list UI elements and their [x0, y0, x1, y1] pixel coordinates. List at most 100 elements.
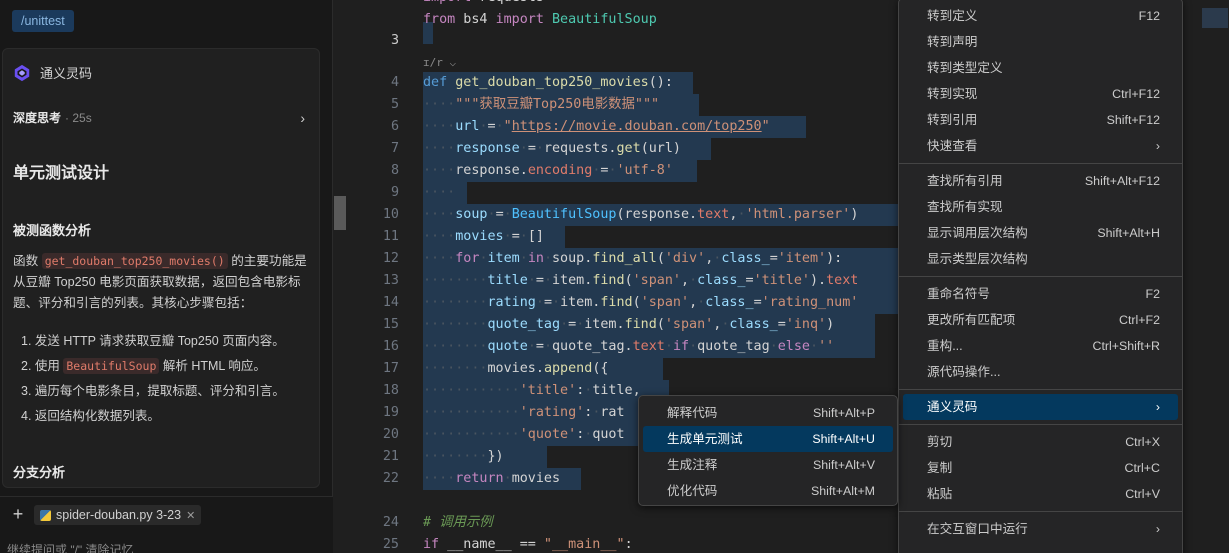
- code-line: ············'rating':·rat: [423, 405, 625, 420]
- deep-think-label: 深度思考: [13, 111, 62, 125]
- line-number: 13: [382, 273, 399, 288]
- menu-shortcut: Shift+Alt+H: [1097, 226, 1160, 240]
- menu-item-peek[interactable]: 快速查看 ›: [899, 133, 1182, 159]
- tongyi-logo-icon: [14, 64, 30, 81]
- code-line: ····url·=·"https://movie.douban.com/top2…: [423, 119, 770, 134]
- menu-label: 查找所有引用: [927, 174, 1003, 188]
- menu-shortcut: Shift+Alt+U: [812, 432, 875, 446]
- menu-label: 重构...: [927, 339, 963, 353]
- code-line: def get_douban_top250_movies():: [423, 75, 673, 90]
- list-item-prefix: 2. 使用: [21, 359, 64, 373]
- path-chip[interactable]: /unittest: [12, 10, 74, 32]
- menu-item-cut[interactable]: 剪切 Ctrl+X: [899, 429, 1182, 455]
- code-line: ········quote_tag·=·item.find('span',·cl…: [423, 317, 835, 332]
- deep-think-toggle[interactable]: 深度思考 · 25s ›: [13, 109, 305, 126]
- line-number: 8: [390, 163, 399, 178]
- chevron-right-icon: ›: [1155, 400, 1160, 414]
- menu-separator: [899, 276, 1182, 277]
- response-heading: 单元测试设计: [13, 165, 110, 182]
- submenu-item-optimize-code[interactable]: 优化代码 Shift+Alt+M: [639, 478, 897, 504]
- menu-item-find-all-implementations[interactable]: 查找所有实现: [899, 194, 1182, 220]
- submenu-item-generate-comments[interactable]: 生成注释 Shift+Alt+V: [639, 452, 897, 478]
- minimap-viewport[interactable]: [1202, 8, 1228, 28]
- scrollbar-thumb[interactable]: [334, 196, 346, 230]
- code-line: ····return·movies: [423, 471, 561, 486]
- submenu-item-generate-unit-test[interactable]: 生成单元测试 Shift+Alt+U: [643, 426, 893, 452]
- line-number: 18: [382, 383, 399, 398]
- menu-label: 更改所有匹配项: [927, 313, 1016, 327]
- close-icon[interactable]: ✕: [186, 509, 195, 522]
- line-number: 9: [390, 185, 399, 200]
- menu-label: 重命名符号: [927, 287, 990, 301]
- code-line: # 调用示例: [423, 515, 493, 530]
- list-item: 1. 发送 HTTP 请求获取豆瓣 Top250 页面内容。: [21, 334, 285, 348]
- context-file-chip[interactable]: spider-douban.py 3-23 ✕: [34, 505, 202, 525]
- submenu-item-explain-code[interactable]: 解释代码 Shift+Alt+P: [639, 400, 897, 426]
- line-number: 25: [382, 537, 399, 552]
- minimap[interactable]: [1198, 0, 1229, 553]
- list-item: 4. 返回结构化数据列表。: [21, 409, 160, 423]
- section-heading-branch: 分支分析: [13, 465, 66, 480]
- menu-item-copy[interactable]: 复制 Ctrl+C: [899, 455, 1182, 481]
- line-number: 10: [382, 207, 399, 222]
- menu-item-goto-declaration[interactable]: 转到声明: [899, 29, 1182, 55]
- context-file-label: spider-douban.py 3-23: [56, 508, 182, 522]
- menu-separator: [899, 389, 1182, 390]
- line-number: 12: [382, 251, 399, 266]
- menu-label: 优化代码: [667, 484, 718, 498]
- assistant-header: 通义灵码: [13, 63, 92, 82]
- code-line: ····movies·=·[]: [423, 229, 544, 244]
- inline-code-function: get_douban_top250_movies(): [41, 253, 228, 269]
- menu-item-source-action[interactable]: 源代码操作...: [899, 359, 1182, 385]
- analysis-paragraph: 函数 get_douban_top250_movies() 的主要功能是从豆瓣 …: [13, 251, 309, 314]
- codelens[interactable]: ɪ/r ⌵: [423, 52, 456, 74]
- menu-item-type-hierarchy[interactable]: 显示类型层次结构: [899, 246, 1182, 272]
- line-number: 3: [390, 33, 399, 48]
- menu-item-change-all-occurrences[interactable]: 更改所有匹配项 Ctrl+F2: [899, 307, 1182, 333]
- code-line: ····response·=·requests.get(url): [423, 141, 681, 156]
- menu-item-run-interactive[interactable]: 在交互窗口中运行 ›: [899, 516, 1182, 542]
- menu-shortcut: Shift+F12: [1106, 113, 1160, 127]
- menu-label: 在交互窗口中运行: [927, 522, 1028, 536]
- panel-scrollbar[interactable]: [333, 0, 347, 553]
- para-prefix: 函数: [13, 254, 42, 268]
- menu-label: 显示调用层次结构: [927, 226, 1028, 240]
- line-number: 5: [390, 97, 399, 112]
- menu-shortcut: Ctrl+X: [1125, 435, 1160, 449]
- menu-item-goto-references[interactable]: 转到引用 Shift+F12: [899, 107, 1182, 133]
- code-line: ····for·item·in·soup.find_all('div',·cla…: [423, 251, 843, 266]
- line-number: 15: [382, 317, 399, 332]
- menu-item-find-all-references[interactable]: 查找所有引用 Shift+Alt+F12: [899, 168, 1182, 194]
- line-number: 14: [382, 295, 399, 310]
- chat-input[interactable]: 继续提问或 "/" 清除记忆: [7, 541, 134, 553]
- menu-item-refactor[interactable]: 重构... Ctrl+Shift+R: [899, 333, 1182, 359]
- chat-response-card: 通义灵码 深度思考 · 25s › 单元测试设计 被测函数分析 函数 get_d…: [2, 48, 320, 488]
- menu-shortcut: Shift+Alt+P: [813, 406, 875, 420]
- menu-item-goto-definition[interactable]: 转到定义 F12: [899, 3, 1182, 29]
- code-line: if __name__ == "__main__":: [423, 537, 633, 552]
- menu-item-call-hierarchy[interactable]: 显示调用层次结构 Shift+Alt+H: [899, 220, 1182, 246]
- menu-item-goto-type-definition[interactable]: 转到类型定义: [899, 55, 1182, 81]
- line-number: 7: [390, 141, 399, 156]
- menu-item-tongyi-lingma[interactable]: 通义灵码 ›: [903, 394, 1178, 420]
- code-line: ····soup·=·BeautifulSoup(response.text,·…: [423, 207, 859, 222]
- code-line: ············'title':·title,: [423, 383, 641, 398]
- menu-item-goto-implementation[interactable]: 转到实现 Ctrl+F12: [899, 81, 1182, 107]
- menu-label: 解释代码: [667, 406, 718, 420]
- menu-label: 转到声明: [927, 35, 978, 49]
- chevron-right-icon: ›: [1155, 139, 1160, 153]
- menu-item-rename-symbol[interactable]: 重命名符号 F2: [899, 281, 1182, 307]
- menu-label: 快速查看: [927, 139, 978, 153]
- menu-item-paste[interactable]: 粘贴 Ctrl+V: [899, 481, 1182, 507]
- menu-shortcut: Ctrl+Shift+R: [1092, 339, 1160, 353]
- line-number: 20: [382, 427, 399, 442]
- line-number: 24: [382, 515, 399, 530]
- add-context-icon[interactable]: +: [8, 505, 28, 525]
- line-number: 6: [390, 119, 399, 134]
- menu-label: 转到实现: [927, 87, 978, 101]
- context-menu: 转到定义 F12 转到声明 转到类型定义 转到实现 Ctrl+F12 转到引用 Shi…: [898, 0, 1183, 553]
- deep-think-duration: · 25s: [65, 110, 92, 125]
- menu-label: 转到定义: [927, 9, 978, 23]
- menu-shortcut: Ctrl+C: [1124, 461, 1160, 475]
- menu-separator: [899, 511, 1182, 512]
